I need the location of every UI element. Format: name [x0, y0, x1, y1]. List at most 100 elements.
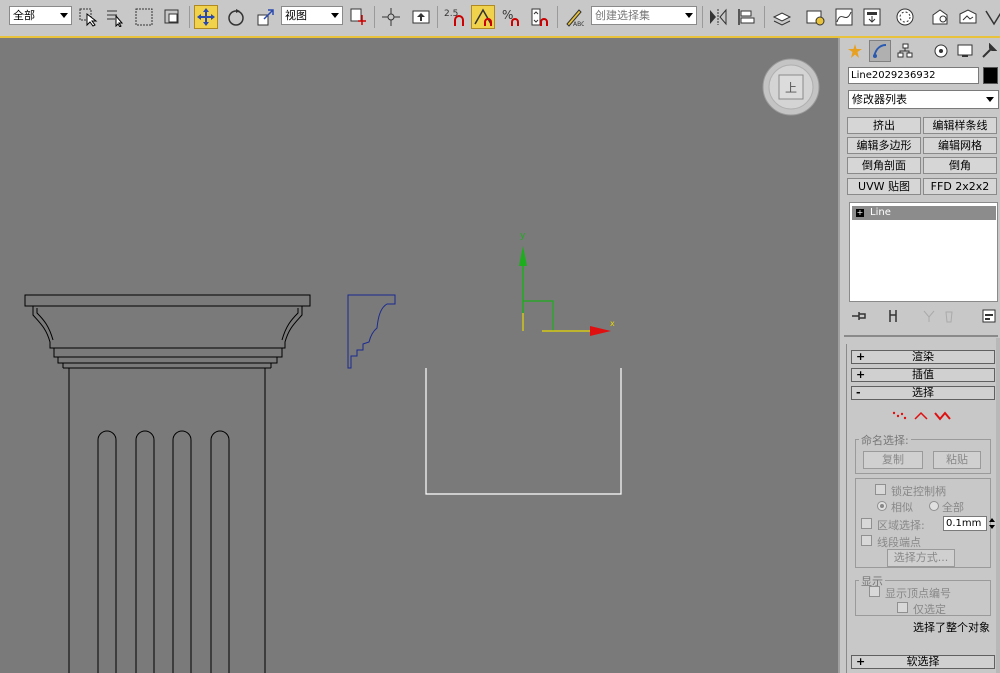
show-end-result-icon[interactable] — [884, 307, 902, 325]
named-selection-dropdown[interactable]: 创建选择集 — [591, 6, 697, 25]
window-crossing-icon[interactable] — [160, 5, 184, 29]
column-model[interactable] — [24, 294, 311, 673]
render-icon[interactable] — [984, 5, 1000, 29]
modifier-uvw-map-button[interactable]: UVW 贴图 — [847, 178, 921, 195]
curve-editor-icon[interactable] — [832, 5, 856, 29]
area-selection-value: 0.1mm — [946, 518, 982, 529]
configure-modifier-sets-icon[interactable] — [980, 307, 998, 325]
selection-filter-dropdown[interactable]: 全部 — [9, 6, 72, 25]
make-unique-icon[interactable] — [920, 307, 938, 325]
chevron-down-icon — [685, 13, 693, 18]
gizmo-x-label: x — [610, 319, 615, 328]
ref-coord-dropdown[interactable]: 视图 — [281, 6, 343, 25]
select-object-icon[interactable] — [76, 5, 100, 29]
modifier-edit-mesh-button[interactable]: 编辑网格 — [923, 137, 997, 154]
object-color-swatch[interactable] — [983, 67, 998, 84]
toolbar-separator — [557, 6, 558, 28]
select-by-button[interactable]: 选择方式... — [887, 549, 955, 567]
copy-button[interactable]: 复制 — [863, 451, 923, 469]
vertex-level-icon[interactable] — [892, 411, 907, 420]
modifier-ffd-button[interactable]: FFD 2x2x2 — [923, 178, 997, 195]
use-pivot-icon[interactable] — [346, 5, 370, 29]
top-viewport[interactable]: y x 上 — [0, 38, 838, 673]
command-panel: Line2029236932 修改器列表 挤出 编辑样条线 编辑多边形 编辑网格… — [838, 38, 1000, 673]
modifier-extrude-button[interactable]: 挤出 — [847, 117, 921, 134]
selected-only-label: 仅选定 — [913, 603, 946, 616]
layer-manager-icon[interactable] — [770, 5, 794, 29]
object-name-field[interactable]: Line2029236932 — [848, 67, 979, 84]
area-selection-spinner[interactable]: 0.1mm — [943, 516, 987, 531]
segment-end-label: 线段端点 — [877, 536, 921, 549]
paste-button[interactable]: 粘贴 — [933, 451, 981, 469]
material-editor-icon[interactable] — [893, 5, 917, 29]
rollout-render[interactable]: + 渲染 — [851, 350, 995, 364]
select-and-scale-icon[interactable] — [254, 5, 278, 29]
rendered-frame-icon[interactable] — [956, 5, 980, 29]
modifier-list-dropdown[interactable]: 修改器列表 — [848, 90, 999, 109]
toolbar-separator — [764, 6, 765, 28]
rectangle-shape[interactable] — [425, 368, 622, 495]
select-by-name-icon[interactable] — [103, 5, 127, 29]
selected-only-checkbox[interactable] — [897, 602, 908, 613]
rollout-interpolation[interactable]: + 插值 — [851, 368, 995, 382]
percent-snap-icon[interactable]: % — [499, 5, 523, 29]
rect-selection-icon[interactable] — [132, 5, 156, 29]
viewcube[interactable]: 上 — [762, 58, 820, 116]
viewcube-face-label: 上 — [785, 81, 797, 95]
select-and-rotate-icon[interactable] — [224, 5, 248, 29]
main-toolbar: 全部 视图 2.5 % ABC 创建选择集 — [0, 0, 1000, 37]
pin-stack-icon[interactable] — [850, 307, 868, 325]
display-tab-icon[interactable] — [954, 40, 976, 62]
angle-snap-icon[interactable] — [471, 5, 495, 29]
select-and-move-icon[interactable] — [194, 5, 218, 29]
command-panel-tabs — [844, 40, 1000, 64]
rollout-title: 渲染 — [912, 350, 934, 363]
area-selection-checkbox[interactable] — [861, 518, 872, 529]
keyboard-shortcut-icon[interactable] — [409, 5, 433, 29]
chevron-down-icon — [60, 13, 68, 18]
schematic-view-icon[interactable] — [860, 5, 884, 29]
graphite-tools-icon[interactable] — [803, 5, 827, 29]
all-radio[interactable] — [929, 501, 939, 511]
align-icon[interactable] — [734, 5, 758, 29]
modifier-bevel-profile-button[interactable]: 倒角剖面 — [847, 157, 921, 174]
hierarchy-tab-icon[interactable] — [894, 40, 916, 62]
stack-item-line[interactable]: + Line — [852, 206, 996, 220]
y-axis-arrow-icon — [519, 246, 527, 266]
edit-named-selection-icon[interactable]: ABC — [562, 5, 586, 29]
rollout-soft-selection[interactable]: + 软选择 — [851, 655, 995, 669]
modifier-list-label: 修改器列表 — [852, 93, 907, 106]
stack-toolbar — [848, 306, 998, 326]
rollout-selection[interactable]: - 选择 — [851, 386, 995, 400]
render-setup-icon[interactable] — [928, 5, 952, 29]
lock-handles-checkbox[interactable] — [875, 484, 886, 495]
segment-level-icon[interactable] — [914, 411, 928, 420]
utilities-tab-icon[interactable] — [978, 40, 1000, 62]
modifier-bevel-button[interactable]: 倒角 — [923, 157, 997, 174]
alike-label: 相似 — [891, 501, 913, 514]
rollout-title: 选择 — [912, 386, 934, 399]
show-vertex-numbers-label: 显示顶点编号 — [885, 587, 951, 600]
alike-radio[interactable] — [877, 501, 887, 511]
spinner-snap-icon[interactable] — [527, 5, 551, 29]
segment-end-checkbox[interactable] — [861, 535, 872, 546]
motion-tab-icon[interactable] — [930, 40, 952, 62]
snaps-toggle-icon[interactable]: 2.5 — [442, 5, 466, 29]
show-vertex-numbers-checkbox[interactable] — [869, 586, 880, 597]
transform-gizmo[interactable]: y x — [519, 231, 615, 336]
manipulate-icon[interactable] — [379, 5, 403, 29]
create-tab-icon[interactable] — [844, 40, 866, 62]
modifier-edit-spline-button[interactable]: 编辑样条线 — [923, 117, 997, 134]
toolbar-separator — [374, 6, 375, 28]
mirror-icon[interactable] — [706, 5, 730, 29]
x-axis-arrow-icon — [590, 326, 611, 336]
profile-line-shape[interactable] — [347, 294, 396, 369]
modify-tab-icon[interactable] — [869, 40, 891, 62]
capital-inner-profile — [36, 308, 299, 341]
ref-coord-value: 视图 — [285, 9, 307, 22]
remove-modifier-icon[interactable] — [940, 307, 958, 325]
expand-plus-icon[interactable]: + — [856, 209, 864, 217]
spline-level-icon[interactable] — [934, 411, 951, 421]
modifier-edit-poly-button[interactable]: 编辑多边形 — [847, 137, 921, 154]
panel-scrollbar[interactable] — [996, 338, 1000, 673]
